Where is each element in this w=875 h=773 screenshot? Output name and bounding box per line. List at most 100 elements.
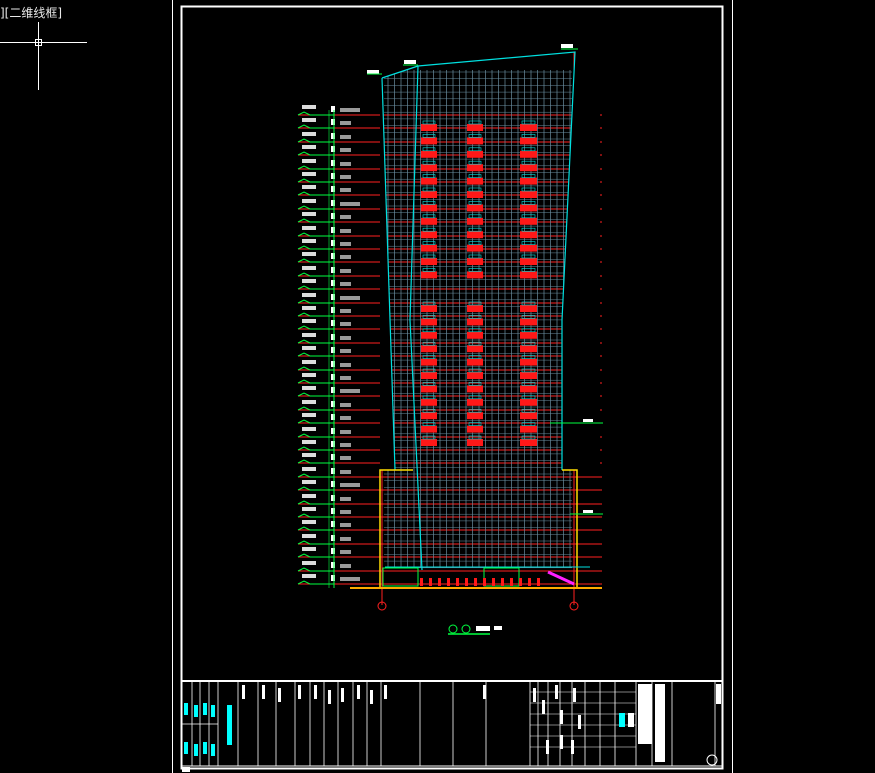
floor-name-text — [340, 550, 351, 554]
storefront-bay — [519, 578, 522, 586]
window-unit — [421, 425, 437, 433]
floor-name-text — [340, 363, 351, 367]
level-text — [302, 360, 316, 364]
titleblock-logo-text — [211, 705, 215, 717]
titleblock-text — [638, 684, 652, 744]
level-text — [302, 185, 316, 189]
cad-model-space[interactable] — [0, 0, 875, 773]
window-frame — [521, 187, 536, 192]
titleblock-text — [242, 685, 245, 699]
window-unit — [467, 372, 483, 379]
titleblock-text — [370, 690, 373, 704]
level-text — [302, 480, 316, 484]
window-unit — [467, 164, 483, 172]
titleblock-text — [182, 767, 190, 772]
floor-name-text — [340, 255, 351, 259]
window-unit — [421, 305, 437, 312]
drawing-scale-text — [494, 626, 502, 630]
title-block — [181, 680, 722, 772]
window-unit — [467, 318, 483, 326]
floor-name-text — [340, 215, 351, 219]
titleblock-text — [560, 710, 563, 724]
storefront-bay — [429, 578, 432, 586]
window-unit — [421, 124, 437, 131]
floor-name-text — [340, 296, 360, 300]
window-unit — [421, 331, 437, 339]
titleblock-text — [262, 685, 265, 699]
window-unit — [520, 439, 537, 446]
titleblock-text — [619, 713, 625, 727]
storefront-bay — [474, 578, 477, 586]
window-unit — [421, 398, 437, 406]
window-frame — [521, 147, 536, 152]
floor-name-text — [340, 188, 351, 192]
level-text — [302, 427, 316, 431]
floor-name-text — [340, 470, 351, 474]
level-text — [302, 547, 316, 551]
window-unit — [421, 318, 437, 326]
storefront-bay — [483, 578, 486, 586]
window-unit — [421, 244, 437, 252]
window-unit — [467, 150, 483, 158]
level-text — [302, 226, 316, 230]
floor-name-text — [340, 282, 351, 286]
titleblock-text — [314, 685, 317, 699]
window-frame — [521, 227, 536, 232]
side-marker-tag — [583, 419, 593, 422]
window-unit — [421, 217, 437, 225]
window-unit — [467, 231, 483, 239]
titleblock-logo-text — [203, 703, 207, 715]
storefront-bay — [420, 578, 423, 586]
window-unit — [421, 191, 437, 198]
storefront-bay — [438, 578, 441, 586]
window-unit — [421, 231, 437, 239]
window-frame — [521, 160, 536, 165]
window-unit — [520, 244, 537, 252]
titleblock-text — [546, 740, 549, 754]
window-unit — [467, 271, 483, 279]
window-unit — [467, 358, 483, 366]
floor-name-text — [340, 430, 351, 434]
floor-name-text — [340, 269, 351, 273]
floor-name-text — [340, 242, 351, 246]
drawing-name-text — [227, 705, 232, 745]
floor-name-text — [340, 497, 351, 501]
window-unit — [467, 439, 483, 446]
window-unit — [467, 124, 483, 131]
window-unit — [520, 150, 537, 158]
window-unit — [421, 258, 437, 265]
window-frame — [521, 241, 536, 245]
podium-outline — [562, 469, 578, 588]
window-frame — [521, 214, 536, 219]
window-unit — [520, 358, 537, 366]
window-unit — [421, 358, 437, 366]
level-text — [302, 159, 316, 163]
level-text — [302, 105, 316, 109]
floor-name-text — [340, 577, 360, 581]
level-text — [302, 520, 316, 524]
titleblock-text — [357, 685, 360, 699]
level-text — [302, 212, 316, 216]
sheet-inner-frame — [180, 5, 724, 770]
window-unit — [467, 305, 483, 312]
window-unit — [520, 345, 537, 353]
titleblock-logo-text — [184, 742, 188, 754]
titleblock-text — [655, 684, 665, 762]
window-unit — [467, 191, 483, 198]
level-text — [302, 373, 316, 377]
window-unit — [467, 425, 483, 433]
titleblock-text — [298, 685, 301, 699]
side-marker-tag — [583, 510, 593, 513]
level-text — [302, 453, 316, 457]
window-unit — [467, 331, 483, 339]
building-elevation — [297, 44, 603, 635]
titleblock-text — [578, 715, 581, 729]
level-text — [302, 306, 316, 310]
storefront-bay — [528, 578, 531, 586]
level-text — [302, 440, 316, 444]
floor-name-text — [340, 162, 351, 166]
window-unit — [467, 244, 483, 252]
level-text — [302, 413, 316, 417]
storefront-bay — [537, 578, 540, 586]
window-unit — [421, 412, 437, 420]
